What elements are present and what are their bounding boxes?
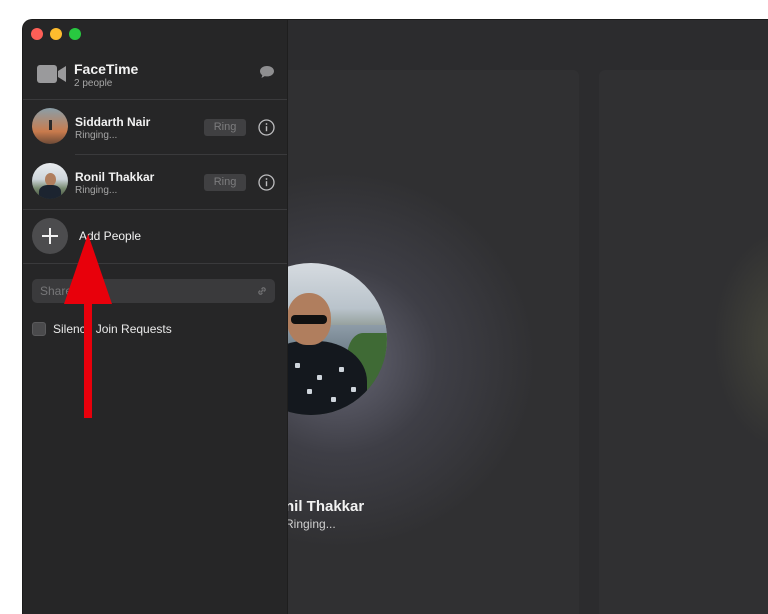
avatar <box>32 108 68 144</box>
app-title: FaceTime <box>74 61 139 77</box>
plus-icon <box>42 228 58 244</box>
facetime-window: nil Thakkar Ringing... FaceTime 2 people… <box>22 19 768 614</box>
ring-button[interactable]: Ring <box>204 174 246 191</box>
caller-status: Ringing... <box>285 517 336 531</box>
participants-sidebar: FaceTime 2 people Siddarth Nair Ringing.… <box>23 20 288 614</box>
info-circle-icon[interactable] <box>258 174 275 191</box>
info-circle-icon[interactable] <box>258 119 275 136</box>
link-icon[interactable] <box>256 285 268 297</box>
avatar <box>32 163 68 199</box>
participant-name: Ronil Thakkar <box>75 170 155 184</box>
participant-row[interactable]: Siddarth Nair Ringing... Ring <box>23 100 287 154</box>
add-people-button[interactable]: Add People <box>23 210 287 262</box>
participant-count: 2 people <box>74 78 113 89</box>
actions-divider <box>23 263 287 264</box>
participant-name: Siddarth Nair <box>75 115 151 129</box>
annotation-arrow-icon <box>64 234 112 418</box>
silence-join-requests-checkbox[interactable] <box>32 322 46 336</box>
caller-name: nil Thakkar <box>285 498 365 515</box>
minimize-window-button[interactable] <box>50 28 62 40</box>
sidebar-header: FaceTime 2 people <box>23 56 287 100</box>
message-bubble-icon[interactable] <box>259 64 275 80</box>
window-controls <box>31 28 81 40</box>
add-people-circle[interactable] <box>32 218 68 254</box>
video-camera-icon <box>37 65 66 83</box>
participant-row[interactable]: Ronil Thakkar Ringing... Ring <box>23 155 287 209</box>
secondary-glow <box>713 230 768 450</box>
close-window-button[interactable] <box>31 28 43 40</box>
participant-status: Ringing... <box>75 185 118 196</box>
ring-button[interactable]: Ring <box>204 119 246 136</box>
participant-status: Ringing... <box>75 130 118 141</box>
zoom-window-button[interactable] <box>69 28 81 40</box>
